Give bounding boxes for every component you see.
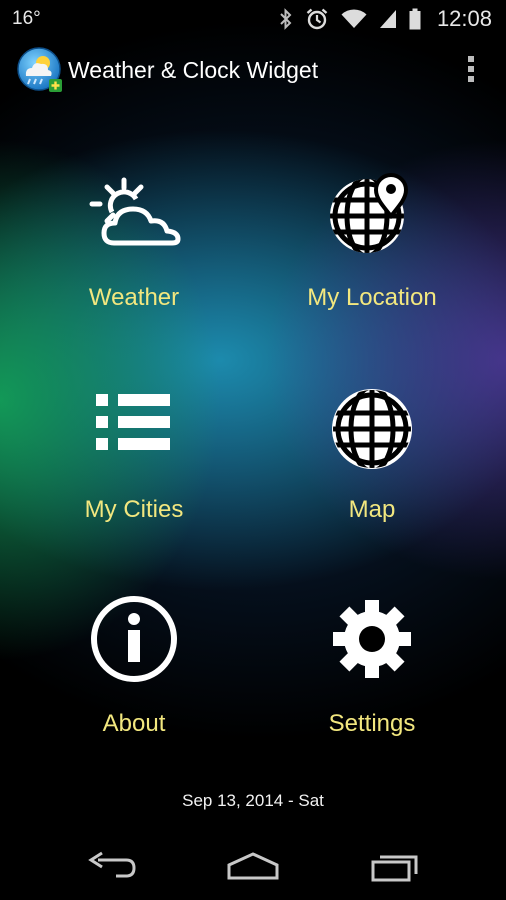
menu-item-my-location[interactable]: My Location: [252, 170, 492, 350]
list-icon: [96, 394, 170, 450]
gear-icon: [333, 600, 411, 678]
partly-cloudy-icon: [89, 177, 181, 246]
home-icon[interactable]: [226, 848, 280, 888]
signal-icon: [379, 10, 396, 28]
overflow-dot: [468, 76, 474, 82]
battery-icon: [409, 8, 421, 30]
menu-item-map[interactable]: Map: [252, 382, 492, 562]
status-bar: 16° 12:08: [0, 0, 506, 38]
menu-item-weather[interactable]: Weather: [14, 170, 254, 350]
back-icon[interactable]: [86, 848, 138, 888]
globe-pin-icon: [330, 173, 409, 253]
wifi-icon: [341, 9, 367, 28]
navigation-bar: [0, 836, 506, 900]
globe-icon: [332, 389, 412, 469]
menu-label-my-cities: My Cities: [84, 496, 184, 523]
status-temperature: 16°: [12, 8, 41, 29]
overflow-dot: [468, 66, 474, 72]
bluetooth-icon: [280, 8, 292, 30]
weather-app-logo-icon[interactable]: [16, 46, 64, 94]
menu-label-about: About: [102, 710, 166, 737]
overflow-menu-icon[interactable]: [464, 52, 478, 86]
menu-item-my-cities[interactable]: My Cities: [14, 382, 254, 562]
menu-label-map: Map: [348, 496, 396, 523]
menu-label-my-location: My Location: [307, 284, 437, 311]
status-time: 12:08: [436, 6, 492, 31]
info-icon: [91, 596, 177, 682]
overflow-dot: [468, 56, 474, 62]
recents-icon[interactable]: [370, 848, 422, 888]
alarm-icon: [306, 8, 328, 30]
menu-label-settings: Settings: [328, 710, 416, 737]
menu-item-settings[interactable]: Settings: [252, 594, 492, 774]
menu-item-about[interactable]: About: [14, 594, 254, 774]
menu-label-weather: Weather: [88, 284, 180, 311]
date-text: Sep 13, 2014 - Sat: [182, 791, 324, 810]
app-title: Weather & Clock Widget: [68, 57, 319, 83]
app-bar: Weather & Clock Widget: [0, 44, 506, 96]
status-icons: 12:08: [279, 6, 492, 32]
